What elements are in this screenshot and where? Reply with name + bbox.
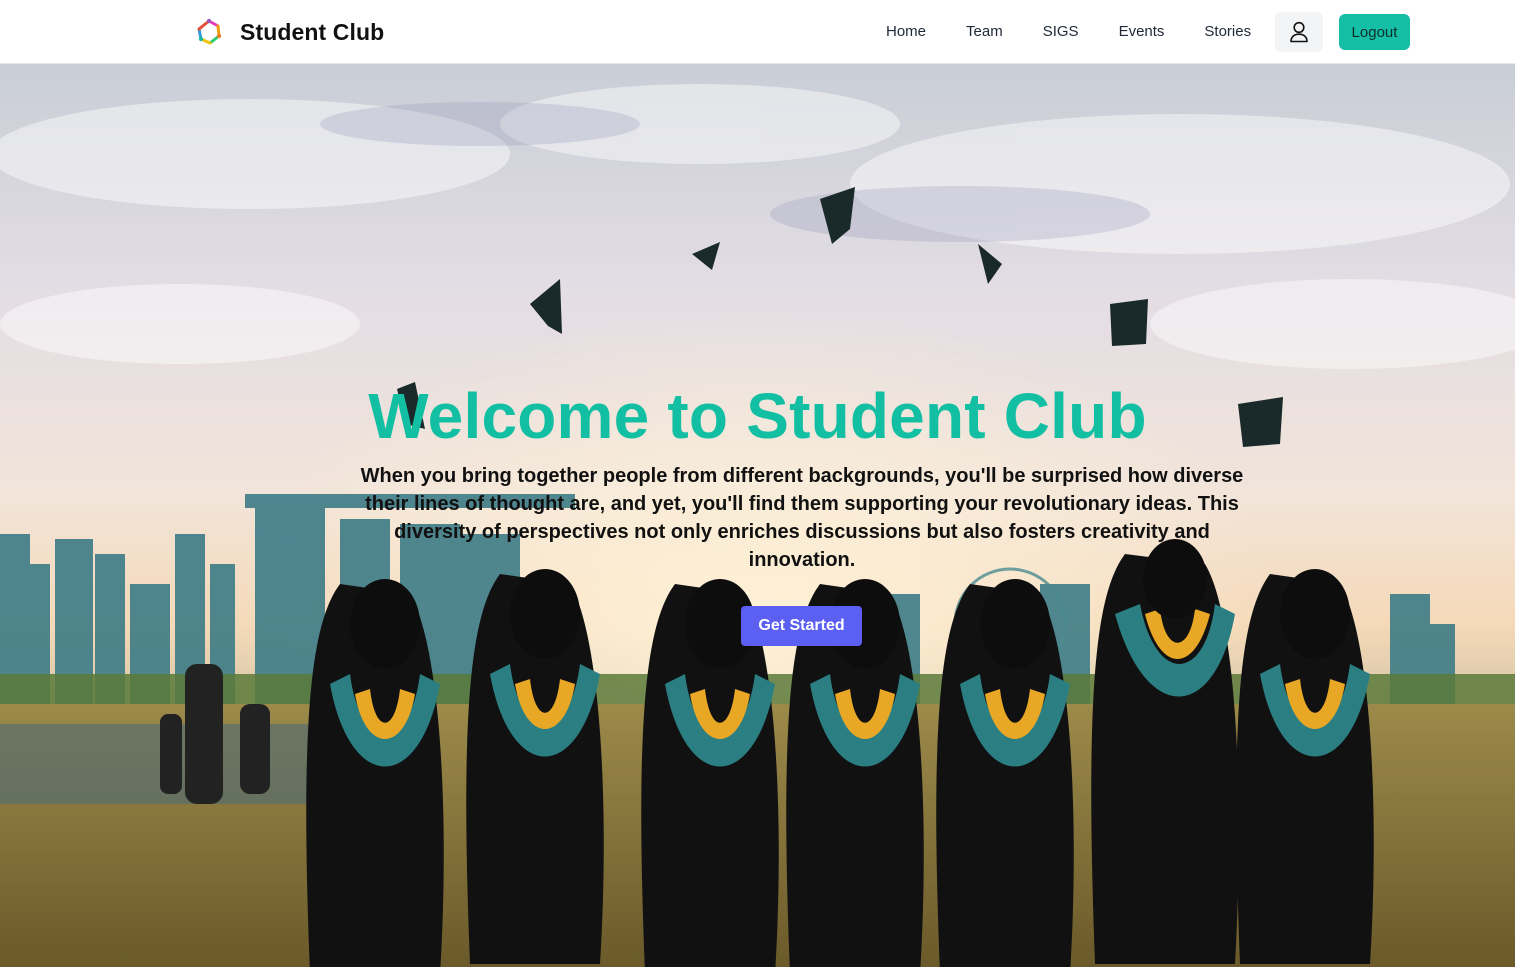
get-started-button[interactable]: Get Started xyxy=(741,606,862,646)
nav-link-home[interactable]: Home xyxy=(866,14,946,50)
nav-link-stories[interactable]: Stories xyxy=(1184,14,1271,50)
hero-title: Welcome to Student Club xyxy=(368,380,1147,452)
hero-section: Welcome to Student Club When you bring t… xyxy=(0,64,1515,967)
hero-description: When you bring together people from diff… xyxy=(360,465,1244,571)
brand-link[interactable]: Student Club xyxy=(193,14,384,50)
brand-name: Student Club xyxy=(240,18,385,45)
logout-button[interactable]: Logout xyxy=(1339,14,1410,50)
user-profile-button[interactable] xyxy=(1275,12,1323,52)
nav-link-team[interactable]: Team xyxy=(946,14,1023,50)
nav-link-events[interactable]: Events xyxy=(1099,14,1185,50)
nav-link-sigs[interactable]: SIGS xyxy=(1023,14,1099,50)
main-nav: Home Team SIGS Events Stories xyxy=(866,14,1271,50)
user-icon xyxy=(1290,21,1308,43)
club-logo-icon xyxy=(197,18,222,45)
navbar: Student Club Home Team SIGS Events Stori… xyxy=(0,0,1515,64)
